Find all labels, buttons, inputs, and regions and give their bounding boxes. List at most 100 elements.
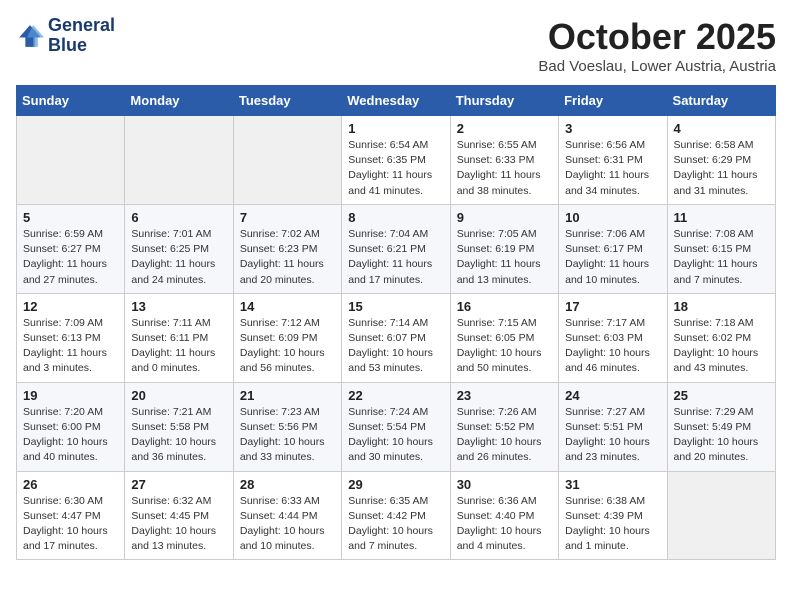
day-number: 23 xyxy=(457,388,553,403)
day-info: Sunrise: 7:15 AM Sunset: 6:05 PM Dayligh… xyxy=(457,316,553,377)
day-number: 17 xyxy=(565,299,661,314)
calendar-cell: 5 Sunrise: 6:59 AM Sunset: 6:27 PM Daylig… xyxy=(17,204,125,293)
day-number: 24 xyxy=(565,388,661,403)
day-info: Sunrise: 6:38 AM Sunset: 4:39 PM Dayligh… xyxy=(565,494,661,555)
calendar-cell: 31 Sunrise: 6:38 AM Sunset: 4:39 PM Dayli… xyxy=(559,471,667,560)
day-info: Sunrise: 6:33 AM Sunset: 4:44 PM Dayligh… xyxy=(240,494,336,555)
day-info: Sunrise: 7:26 AM Sunset: 5:52 PM Dayligh… xyxy=(457,405,553,466)
calendar-cell: 25 Sunrise: 7:29 AM Sunset: 5:49 PM Dayli… xyxy=(667,382,775,471)
day-info: Sunrise: 7:17 AM Sunset: 6:03 PM Dayligh… xyxy=(565,316,661,377)
day-info: Sunrise: 7:09 AM Sunset: 6:13 PM Dayligh… xyxy=(23,316,119,377)
calendar-cell: 15 Sunrise: 7:14 AM Sunset: 6:07 PM Dayli… xyxy=(342,293,450,382)
day-info: Sunrise: 7:14 AM Sunset: 6:07 PM Dayligh… xyxy=(348,316,444,377)
day-info: Sunrise: 6:58 AM Sunset: 6:29 PM Dayligh… xyxy=(674,138,770,199)
day-info: Sunrise: 6:35 AM Sunset: 4:42 PM Dayligh… xyxy=(348,494,444,555)
day-info: Sunrise: 7:08 AM Sunset: 6:15 PM Dayligh… xyxy=(674,227,770,288)
calendar-cell: 1 Sunrise: 6:54 AM Sunset: 6:35 PM Daylig… xyxy=(342,116,450,205)
day-number: 10 xyxy=(565,210,661,225)
calendar-week-row: 26Sunrise: 6:30 AM Sunset: 4:47 PM Dayli… xyxy=(17,471,776,560)
calendar-cell: 22 Sunrise: 7:24 AM Sunset: 5:54 PM Dayli… xyxy=(342,382,450,471)
day-number: 27 xyxy=(131,477,227,492)
day-info: Sunrise: 6:54 AM Sunset: 6:35 PM Dayligh… xyxy=(348,138,444,199)
day-info: Sunrise: 6:36 AM Sunset: 4:40 PM Dayligh… xyxy=(457,494,553,555)
day-info: Sunrise: 6:30 AM Sunset: 4:47 PM Dayligh… xyxy=(23,494,119,555)
day-number: 6 xyxy=(131,210,227,225)
calendar-cell xyxy=(667,471,775,560)
calendar-week-row: 1 Sunrise: 6:54 AM Sunset: 6:35 PM Daylig… xyxy=(17,116,776,205)
day-number: 1 xyxy=(348,121,444,136)
calendar-cell xyxy=(233,116,341,205)
weekday-header-thursday: Thursday xyxy=(450,86,558,116)
calendar-cell: 29Sunrise: 6:35 AM Sunset: 4:42 PM Dayli… xyxy=(342,471,450,560)
day-info: Sunrise: 7:20 AM Sunset: 6:00 PM Dayligh… xyxy=(23,405,119,466)
day-info: Sunrise: 7:04 AM Sunset: 6:21 PM Dayligh… xyxy=(348,227,444,288)
day-info: Sunrise: 7:18 AM Sunset: 6:02 PM Dayligh… xyxy=(674,316,770,377)
calendar-week-row: 12Sunrise: 7:09 AM Sunset: 6:13 PM Dayli… xyxy=(17,293,776,382)
calendar-cell: 8 Sunrise: 7:04 AM Sunset: 6:21 PM Daylig… xyxy=(342,204,450,293)
day-number: 3 xyxy=(565,121,661,136)
calendar-cell: 7 Sunrise: 7:02 AM Sunset: 6:23 PM Daylig… xyxy=(233,204,341,293)
logo-text: General Blue xyxy=(48,16,115,56)
day-number: 31 xyxy=(565,477,661,492)
day-info: Sunrise: 6:56 AM Sunset: 6:31 PM Dayligh… xyxy=(565,138,661,199)
day-number: 11 xyxy=(674,210,770,225)
day-number: 22 xyxy=(348,388,444,403)
day-number: 4 xyxy=(674,121,770,136)
weekday-header-tuesday: Tuesday xyxy=(233,86,341,116)
weekday-header-sunday: Sunday xyxy=(17,86,125,116)
weekday-header-row: SundayMondayTuesdayWednesdayThursdayFrid… xyxy=(17,86,776,116)
title-block: October 2025 Bad Voeslau, Lower Austria,… xyxy=(538,16,776,75)
day-number: 9 xyxy=(457,210,553,225)
calendar-cell: 30 Sunrise: 6:36 AM Sunset: 4:40 PM Dayli… xyxy=(450,471,558,560)
calendar-cell: 20Sunrise: 7:21 AM Sunset: 5:58 PM Dayli… xyxy=(125,382,233,471)
day-number: 15 xyxy=(348,299,444,314)
calendar-cell: 21 Sunrise: 7:23 AM Sunset: 5:56 PM Dayli… xyxy=(233,382,341,471)
day-info: Sunrise: 7:01 AM Sunset: 6:25 PM Dayligh… xyxy=(131,227,227,288)
day-number: 2 xyxy=(457,121,553,136)
calendar-cell: 17 Sunrise: 7:17 AM Sunset: 6:03 PM Dayli… xyxy=(559,293,667,382)
weekday-header-wednesday: Wednesday xyxy=(342,86,450,116)
calendar-cell: 14 Sunrise: 7:12 AM Sunset: 6:09 PM Dayli… xyxy=(233,293,341,382)
calendar-cell: 12Sunrise: 7:09 AM Sunset: 6:13 PM Dayli… xyxy=(17,293,125,382)
weekday-header-friday: Friday xyxy=(559,86,667,116)
calendar-cell: 26Sunrise: 6:30 AM Sunset: 4:47 PM Dayli… xyxy=(17,471,125,560)
calendar-cell xyxy=(17,116,125,205)
day-number: 18 xyxy=(674,299,770,314)
day-number: 5 xyxy=(23,210,119,225)
day-number: 30 xyxy=(457,477,553,492)
day-info: Sunrise: 7:12 AM Sunset: 6:09 PM Dayligh… xyxy=(240,316,336,377)
calendar-cell: 13Sunrise: 7:11 AM Sunset: 6:11 PM Dayli… xyxy=(125,293,233,382)
day-info: Sunrise: 7:24 AM Sunset: 5:54 PM Dayligh… xyxy=(348,405,444,466)
weekday-header-saturday: Saturday xyxy=(667,86,775,116)
calendar-cell: 11 Sunrise: 7:08 AM Sunset: 6:15 PM Dayli… xyxy=(667,204,775,293)
logo: General Blue xyxy=(16,16,115,56)
day-number: 7 xyxy=(240,210,336,225)
day-number: 8 xyxy=(348,210,444,225)
day-number: 14 xyxy=(240,299,336,314)
calendar-cell: 6 Sunrise: 7:01 AM Sunset: 6:25 PM Daylig… xyxy=(125,204,233,293)
day-info: Sunrise: 7:23 AM Sunset: 5:56 PM Dayligh… xyxy=(240,405,336,466)
day-info: Sunrise: 7:05 AM Sunset: 6:19 PM Dayligh… xyxy=(457,227,553,288)
calendar-cell: 4 Sunrise: 6:58 AM Sunset: 6:29 PM Daylig… xyxy=(667,116,775,205)
day-info: Sunrise: 6:55 AM Sunset: 6:33 PM Dayligh… xyxy=(457,138,553,199)
calendar-table: SundayMondayTuesdayWednesdayThursdayFrid… xyxy=(16,85,776,560)
day-info: Sunrise: 7:02 AM Sunset: 6:23 PM Dayligh… xyxy=(240,227,336,288)
calendar-cell: 16Sunrise: 7:15 AM Sunset: 6:05 PM Dayli… xyxy=(450,293,558,382)
calendar-week-row: 19Sunrise: 7:20 AM Sunset: 6:00 PM Dayli… xyxy=(17,382,776,471)
day-number: 25 xyxy=(674,388,770,403)
day-number: 20 xyxy=(131,388,227,403)
calendar-cell: 9 Sunrise: 7:05 AM Sunset: 6:19 PM Daylig… xyxy=(450,204,558,293)
day-info: Sunrise: 7:27 AM Sunset: 5:51 PM Dayligh… xyxy=(565,405,661,466)
day-info: Sunrise: 6:32 AM Sunset: 4:45 PM Dayligh… xyxy=(131,494,227,555)
day-info: Sunrise: 6:59 AM Sunset: 6:27 PM Dayligh… xyxy=(23,227,119,288)
day-info: Sunrise: 7:29 AM Sunset: 5:49 PM Dayligh… xyxy=(674,405,770,466)
month-title: October 2025 xyxy=(538,16,776,58)
calendar-cell: 3 Sunrise: 6:56 AM Sunset: 6:31 PM Daylig… xyxy=(559,116,667,205)
calendar-cell: 28 Sunrise: 6:33 AM Sunset: 4:44 PM Dayli… xyxy=(233,471,341,560)
location: Bad Voeslau, Lower Austria, Austria xyxy=(538,58,776,75)
day-number: 21 xyxy=(240,388,336,403)
calendar-week-row: 5 Sunrise: 6:59 AM Sunset: 6:27 PM Daylig… xyxy=(17,204,776,293)
calendar-cell: 2 Sunrise: 6:55 AM Sunset: 6:33 PM Daylig… xyxy=(450,116,558,205)
day-number: 28 xyxy=(240,477,336,492)
calendar-cell: 18 Sunrise: 7:18 AM Sunset: 6:02 PM Dayli… xyxy=(667,293,775,382)
